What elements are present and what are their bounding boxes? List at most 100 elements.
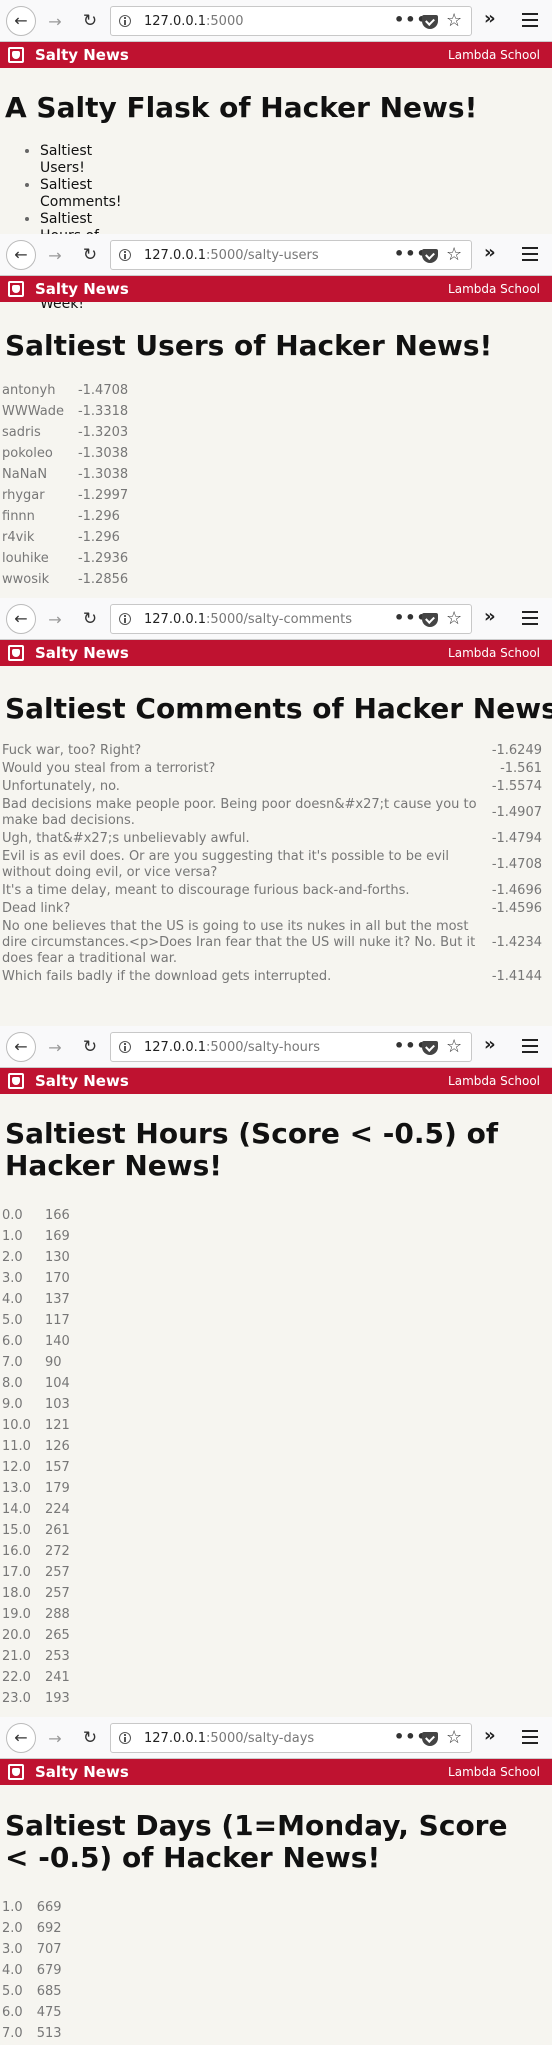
lambda-school-link[interactable]: Lambda School: [448, 282, 540, 296]
reload-button[interactable]: ↻: [75, 1723, 105, 1753]
pocket-icon[interactable]: [422, 1732, 438, 1746]
reload-button[interactable]: ↻: [75, 1032, 105, 1062]
key-cell: 1.0: [2, 1900, 23, 1915]
key-cell: 3.0: [2, 1942, 23, 1957]
brand-link[interactable]: Salty News: [35, 1763, 129, 1781]
bookmark-star-icon[interactable]: ☆: [446, 244, 462, 265]
hamburger-menu-icon[interactable]: [522, 247, 538, 261]
address-bar[interactable]: 127.0.0.1:5000/salty-hours ••• ☆: [110, 1032, 472, 1062]
hours-table: 0.0 166 1.0 169 2.0 130 3.0 170 4.0 137 5.0 117 6.0 1…: [0, 1205, 72, 1709]
brand-link[interactable]: Salty News: [35, 46, 129, 64]
table-row: 4.0 679: [0, 1960, 64, 1981]
hamburger-menu-icon[interactable]: [522, 13, 538, 27]
back-button[interactable]: ←: [6, 1032, 36, 1062]
reload-button[interactable]: ↻: [75, 6, 105, 36]
comment-text-cell: Ugh, that&#x27;s unbelievably awful.: [2, 831, 250, 846]
info-icon[interactable]: [119, 1041, 131, 1053]
arrow-right-icon: →: [48, 1728, 62, 1748]
url-host: 127.0.0.1: [144, 612, 207, 627]
url-path: :5000/salty-comments: [206, 612, 353, 627]
back-button[interactable]: ←: [6, 6, 36, 36]
overflow-menu-button[interactable]: »: [484, 606, 496, 627]
score-cell: -1.4708: [491, 857, 542, 872]
table-row: 12.0 157: [0, 1457, 72, 1478]
nav-link[interactable]: Saltiest Users!: [40, 143, 122, 177]
address-bar[interactable]: 127.0.0.1:5000/salty-days ••• ☆: [110, 1723, 472, 1753]
reload-button[interactable]: ↻: [75, 604, 105, 634]
lambda-school-link[interactable]: Lambda School: [448, 1765, 540, 1779]
username-cell: r4vik: [2, 530, 35, 545]
count-cell: 130: [44, 1250, 70, 1265]
username-cell: pokoleo: [2, 446, 53, 461]
comments-table: Fuck war, too? Right? -1.6249 Would you st…: [0, 742, 544, 986]
brand-link[interactable]: Salty News: [35, 280, 129, 298]
overflow-menu-button[interactable]: »: [484, 1034, 496, 1055]
key-cell: 3.0: [2, 1271, 23, 1286]
username-cell: finnn: [2, 509, 35, 524]
key-cell: 6.0: [2, 2005, 23, 2020]
forward-button[interactable]: →: [40, 1723, 70, 1753]
key-cell: 7.0: [2, 2026, 23, 2041]
forward-button[interactable]: →: [40, 604, 70, 634]
back-button[interactable]: ←: [6, 1723, 36, 1753]
hamburger-menu-icon[interactable]: [522, 1039, 538, 1053]
table-row: 6.0 140: [0, 1331, 72, 1352]
count-cell: 140: [44, 1334, 70, 1349]
back-button[interactable]: ←: [6, 604, 36, 634]
key-cell: 1.0: [2, 1229, 23, 1244]
pocket-icon[interactable]: [422, 613, 438, 627]
count-cell: 169: [44, 1229, 70, 1244]
key-cell: 23.0: [2, 1691, 31, 1706]
lambda-school-link[interactable]: Lambda School: [448, 646, 540, 660]
overflow-menu-button[interactable]: »: [484, 8, 496, 29]
info-icon[interactable]: [119, 15, 131, 27]
info-icon[interactable]: [119, 249, 131, 261]
pocket-icon[interactable]: [422, 1041, 438, 1055]
info-icon[interactable]: [119, 613, 131, 625]
count-cell: 669: [36, 1900, 62, 1915]
hamburger-menu-icon[interactable]: [522, 1730, 538, 1744]
nav-link[interactable]: Saltiest Comments!: [40, 177, 122, 211]
arrow-right-icon: →: [48, 245, 62, 265]
table-row: rhygar -1.2997: [0, 485, 130, 506]
info-icon[interactable]: [119, 1732, 131, 1744]
forward-button[interactable]: →: [40, 240, 70, 270]
browser-toolbar: ← → ↻ 127.0.0.1:5000/salty-days ••• ☆ »: [0, 1717, 552, 1759]
address-bar[interactable]: 127.0.0.1:5000/salty-users ••• ☆: [110, 240, 472, 270]
address-bar[interactable]: 127.0.0.1:5000/salty-comments ••• ☆: [110, 604, 472, 634]
hamburger-menu-icon[interactable]: [522, 611, 538, 625]
url-text: 127.0.0.1:5000/salty-days: [144, 1731, 314, 1746]
count-cell: 261: [44, 1523, 70, 1538]
bookmark-star-icon[interactable]: ☆: [446, 1727, 462, 1748]
key-cell: 8.0: [2, 1376, 23, 1391]
arrow-right-icon: →: [48, 11, 62, 31]
pocket-icon[interactable]: [422, 15, 438, 29]
brand-link[interactable]: Salty News: [35, 644, 129, 662]
overflow-menu-button[interactable]: »: [484, 242, 496, 263]
key-cell: 2.0: [2, 1250, 23, 1265]
table-row: 6.0 475: [0, 2002, 64, 2023]
address-bar[interactable]: 127.0.0.1:5000 ••• ☆: [110, 6, 472, 36]
overflow-menu-button[interactable]: »: [484, 1725, 496, 1746]
count-cell: 288: [44, 1607, 70, 1622]
home-screenshot: ← → ↻ 127.0.0.1:5000 ••• ☆ » Salty News Lambda S…: [0, 0, 552, 312]
bookmark-star-icon[interactable]: ☆: [446, 608, 462, 629]
back-button[interactable]: ←: [6, 240, 36, 270]
forward-button[interactable]: →: [40, 6, 70, 36]
forward-button[interactable]: →: [40, 1032, 70, 1062]
lambda-school-link[interactable]: Lambda School: [448, 1074, 540, 1088]
reload-button[interactable]: ↻: [75, 240, 105, 270]
key-cell: 22.0: [2, 1670, 31, 1685]
count-cell: 179: [44, 1481, 70, 1496]
brand-logo-icon: [8, 1764, 24, 1780]
bookmark-star-icon[interactable]: ☆: [446, 1036, 462, 1057]
table-row: It's a time delay, meant to discourage f…: [0, 882, 544, 900]
brand-link[interactable]: Salty News: [35, 1072, 129, 1090]
score-cell: -1.3318: [77, 404, 129, 419]
pocket-icon[interactable]: [422, 249, 438, 263]
url-host: 127.0.0.1: [144, 14, 207, 29]
lambda-school-link[interactable]: Lambda School: [448, 48, 540, 62]
username-cell: wwosik: [2, 572, 50, 587]
home-content: A Salty Flask of Hacker News! Saltiest Us…: [0, 92, 477, 313]
bookmark-star-icon[interactable]: ☆: [446, 10, 462, 31]
